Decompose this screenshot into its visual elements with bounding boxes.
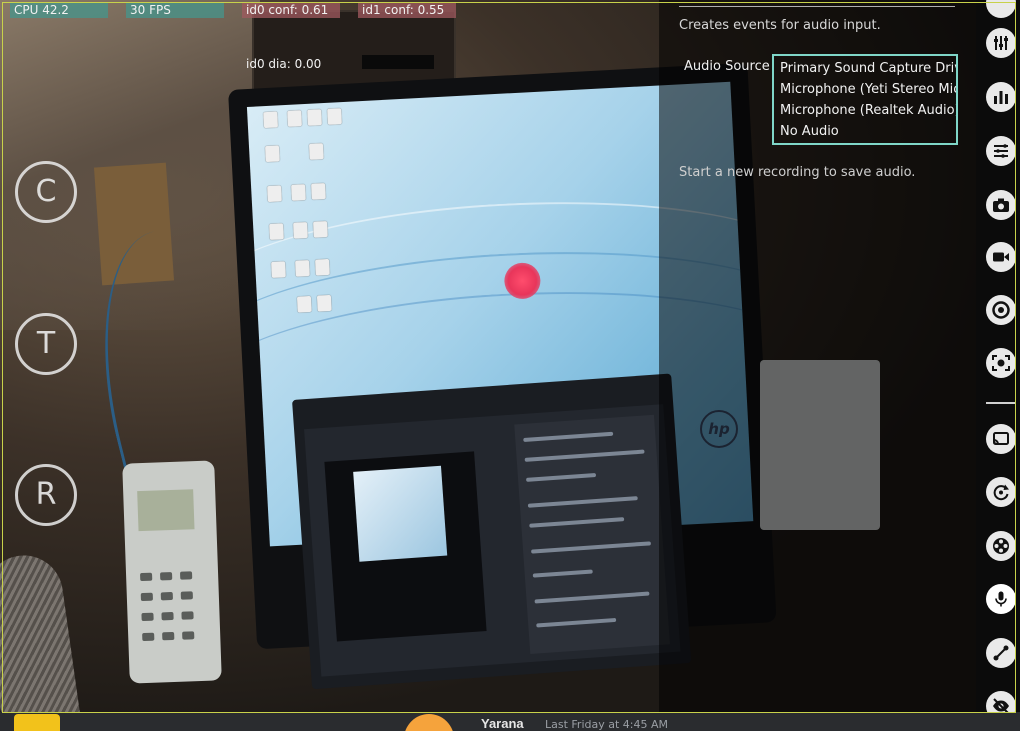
cpu-stat: CPU 42.2 [10,3,108,18]
connection-icon[interactable] [986,638,1016,668]
video-icon[interactable] [986,242,1016,272]
list-icon[interactable] [986,136,1016,166]
microphone-icon[interactable] [986,584,1016,614]
film-reel-icon[interactable] [986,531,1016,561]
panel-divider [679,6,955,7]
audio-source-option[interactable]: No Audio [774,121,956,142]
audio-source-option[interactable]: Microphone (Yeti Stereo Microphone) [774,79,956,100]
record-icon[interactable] [986,295,1016,325]
studio-microphone [0,550,83,731]
id0-confidence: id0 conf: 0.61 [242,3,340,18]
message-time: Last Friday at 4:45 AM [545,718,669,731]
id1-confidence: id1 conf: 0.55 [358,3,456,18]
desk-phone [122,460,222,684]
toolbar-separator [986,402,1016,404]
contact-name: Yarana [481,716,524,731]
bar-chart-icon[interactable] [986,82,1016,112]
record-button[interactable]: R [15,464,77,526]
sliders-icon[interactable] [986,28,1016,58]
recording-note: Start a new recording to save audio. [679,165,916,180]
audio-source-option[interactable]: Primary Sound Capture Driver [774,58,956,79]
panel-description: Creates events for audio input. [679,18,881,33]
avatar [404,714,454,731]
cast-icon[interactable] [986,424,1016,454]
laptop [292,373,692,690]
app-logo [14,714,60,731]
calibrate-button[interactable]: C [15,161,77,223]
bottom-task-strip: Yarana Last Friday at 4:45 AM [0,712,1020,731]
audio-source-option[interactable]: Microphone (Realtek Audio) [774,100,956,121]
test-button[interactable]: T [15,313,77,375]
id0-diameter: id0 dia: 0.00 [246,57,322,71]
audio-source-label: Audio Source [684,59,770,74]
camera-icon[interactable] [986,190,1016,220]
redacted-bar [362,55,434,69]
fps-stat: 30 FPS [126,3,224,18]
rotate-icon[interactable] [986,477,1016,507]
audio-source-list[interactable]: Primary Sound Capture Driver Microphone … [772,54,958,145]
screenshot-icon[interactable] [986,348,1016,378]
